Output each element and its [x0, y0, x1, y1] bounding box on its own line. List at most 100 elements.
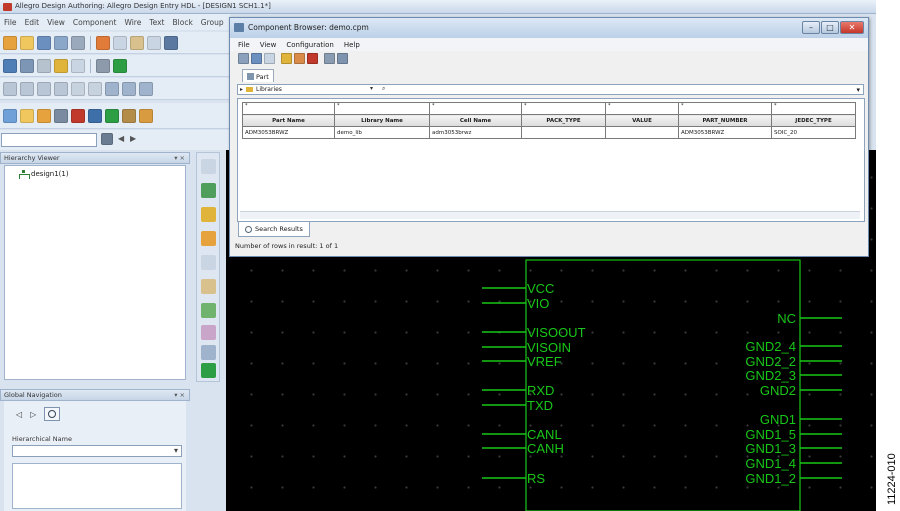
- expand-arrow-icon[interactable]: ▸: [240, 86, 243, 93]
- menu-wire[interactable]: Wire: [124, 18, 141, 27]
- menu-group[interactable]: Group: [201, 18, 224, 27]
- fit-icon[interactable]: [71, 81, 85, 96]
- column-header-part-name[interactable]: Part Name: [242, 114, 335, 127]
- pin-icon[interactable]: ▾ ×: [174, 391, 185, 399]
- list-icon[interactable]: [238, 53, 249, 64]
- nav-forward-icon[interactable]: ▶: [130, 134, 136, 143]
- column-header-cell-name[interactable]: Cell Name: [429, 114, 522, 127]
- add-ground-icon[interactable]: [201, 363, 216, 378]
- find-icon[interactable]: [44, 407, 61, 421]
- filter-cell[interactable]: *: [242, 102, 335, 115]
- add-port-icon[interactable]: [201, 279, 216, 294]
- cross-probe-icon[interactable]: [105, 108, 119, 123]
- refresh-icon[interactable]: [37, 81, 51, 96]
- tree-item-design[interactable]: design1(1): [19, 170, 69, 179]
- footprint-icon[interactable]: [307, 53, 318, 64]
- part-icon[interactable]: [281, 53, 292, 64]
- copy-icon[interactable]: [113, 35, 127, 50]
- pointer-icon[interactable]: [201, 159, 216, 174]
- save-all-icon[interactable]: [54, 35, 68, 50]
- page-view-icon[interactable]: [71, 58, 85, 73]
- horizontal-scrollbar[interactable]: [240, 211, 860, 219]
- search-icon[interactable]: [101, 133, 113, 145]
- column-header-library-name[interactable]: Library Name: [334, 114, 430, 127]
- library-selector[interactable]: ▸ Libraries ▾ ⌕ ▾: [237, 84, 864, 95]
- filter-cell[interactable]: *: [678, 102, 772, 115]
- minimize-button[interactable]: –: [802, 21, 820, 34]
- library-icon[interactable]: [251, 53, 262, 64]
- add-part-icon[interactable]: [201, 183, 216, 198]
- add-wire-icon[interactable]: [201, 207, 216, 222]
- menu-file[interactable]: File: [4, 18, 17, 27]
- export-icon[interactable]: [139, 108, 153, 123]
- hierarchical-name-select[interactable]: [12, 445, 182, 457]
- column-header-part-number[interactable]: PART_NUMBER: [678, 114, 772, 127]
- filter-cell[interactable]: *: [605, 102, 679, 115]
- filter-cell[interactable]: *: [334, 102, 430, 115]
- wire-icon[interactable]: [3, 58, 17, 73]
- stop-icon[interactable]: [54, 81, 68, 96]
- search-input[interactable]: [1, 133, 97, 147]
- add-bus-icon[interactable]: [201, 231, 216, 246]
- paste-icon[interactable]: [130, 35, 144, 50]
- close-button[interactable]: ✕: [840, 21, 864, 34]
- zoom-out-icon[interactable]: [139, 81, 153, 96]
- dialog-menu-configuration[interactable]: Configuration: [286, 41, 333, 49]
- filter-cell[interactable]: *: [521, 102, 606, 115]
- add-marker-icon[interactable]: [201, 325, 216, 340]
- combo-arrow-icon[interactable]: ▾: [370, 85, 373, 92]
- color-icon[interactable]: [113, 58, 127, 73]
- nav-back-icon[interactable]: ◀: [118, 134, 124, 143]
- filter-icon[interactable]: [264, 53, 275, 64]
- zoom-in-icon[interactable]: [122, 81, 136, 96]
- pin-icon[interactable]: ▾ ×: [174, 154, 185, 162]
- add-signal-icon[interactable]: [201, 303, 216, 318]
- forward-arrow-icon[interactable]: ▷: [30, 410, 36, 419]
- search-icon[interactable]: ⌕: [382, 85, 385, 93]
- tab-part[interactable]: Part: [242, 69, 274, 82]
- maximize-button[interactable]: □: [821, 21, 839, 34]
- check-icon[interactable]: [71, 108, 85, 123]
- dialog-menu-file[interactable]: File: [238, 41, 250, 49]
- new-icon[interactable]: [3, 35, 17, 50]
- refresh-icon[interactable]: [324, 53, 335, 64]
- symbol-icon[interactable]: [294, 53, 305, 64]
- cut-icon[interactable]: [96, 35, 110, 50]
- menu-view[interactable]: View: [47, 18, 65, 27]
- column-header-jedec-type[interactable]: JEDEC_TYPE: [771, 114, 856, 127]
- tab-search-results[interactable]: Search Results: [238, 222, 310, 237]
- bus-icon[interactable]: [20, 58, 34, 73]
- import-icon[interactable]: [122, 108, 136, 123]
- scope-dropdown-icon[interactable]: ▾: [856, 86, 860, 94]
- add-text-icon[interactable]: [201, 255, 216, 270]
- menu-component[interactable]: Component: [73, 18, 117, 27]
- net-icon[interactable]: [37, 58, 51, 73]
- dialog-menu-view[interactable]: View: [260, 41, 277, 49]
- window-icon[interactable]: [164, 35, 178, 50]
- zoom-icon[interactable]: [105, 81, 119, 96]
- table-row[interactable]: ADM3053BRWZ demo_lib adm3053brwz ADM3053…: [242, 126, 856, 139]
- component-icon[interactable]: [20, 108, 34, 123]
- signal-icon[interactable]: [54, 108, 68, 123]
- filter-cell[interactable]: *: [429, 102, 522, 115]
- back-icon[interactable]: [3, 81, 17, 96]
- netlist-icon[interactable]: [88, 108, 102, 123]
- grid-icon[interactable]: [96, 58, 110, 73]
- flag-icon[interactable]: [54, 58, 68, 73]
- column-header-pack-type[interactable]: PACK_TYPE: [521, 114, 606, 127]
- select-icon[interactable]: [3, 108, 17, 123]
- menu-edit[interactable]: Edit: [25, 18, 40, 27]
- add-power-icon[interactable]: [201, 345, 216, 360]
- filter-cell[interactable]: *: [771, 102, 856, 115]
- page-icon[interactable]: [147, 35, 161, 50]
- open-icon[interactable]: [20, 35, 34, 50]
- settings-icon[interactable]: [337, 53, 348, 64]
- navigation-list[interactable]: [12, 463, 182, 509]
- forward-icon[interactable]: [20, 81, 34, 96]
- dialog-menu-help[interactable]: Help: [344, 41, 360, 49]
- menu-text[interactable]: Text: [149, 18, 164, 27]
- save-icon[interactable]: [37, 35, 51, 50]
- back-arrow-icon[interactable]: ◁: [16, 410, 22, 419]
- zoom-area-icon[interactable]: [88, 81, 102, 96]
- column-header-value[interactable]: VALUE: [605, 114, 679, 127]
